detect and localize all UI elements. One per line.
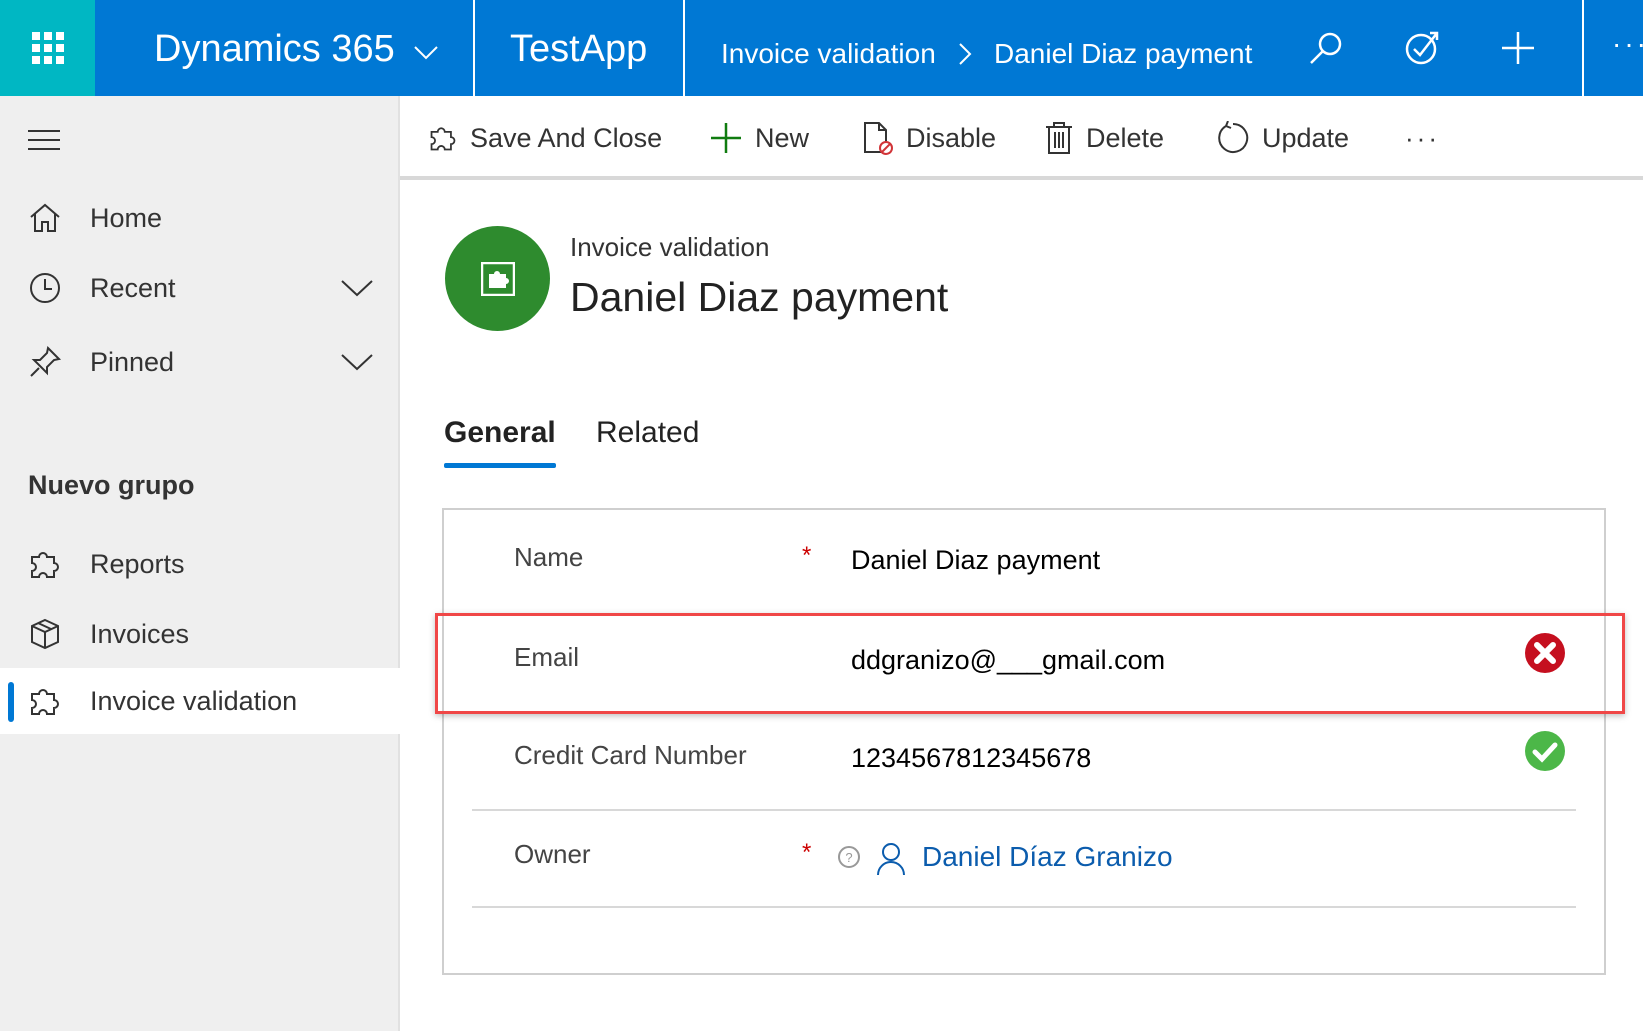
suite-title[interactable]: Dynamics 365 <box>154 28 395 71</box>
plus-icon[interactable] <box>1500 30 1536 66</box>
name-label: Name <box>514 542 584 572</box>
app-name[interactable]: TestApp <box>510 28 647 71</box>
record-avatar <box>445 226 550 331</box>
puzzle-icon <box>31 689 59 715</box>
new-button[interactable]: New <box>709 120 809 156</box>
active-tab-underline <box>444 463 556 468</box>
name-field[interactable]: Daniel Diaz payment <box>851 545 1100 576</box>
sidebar-item-pinned[interactable]: Pinned <box>0 329 400 395</box>
sidebar-item-label: Invoice validation <box>90 685 298 716</box>
app-launcher-button[interactable] <box>0 0 95 96</box>
more-options-icon[interactable]: ··· <box>1612 28 1643 60</box>
sidebar-item-label: Recent <box>90 272 176 303</box>
page-title: Daniel Diaz payment <box>570 274 949 320</box>
error-icon <box>1525 633 1565 673</box>
delete-label: Delete <box>1086 122 1165 153</box>
sidebar-item-label: Reports <box>90 548 185 579</box>
owner-label: Owner <box>514 839 591 869</box>
divider <box>683 0 685 96</box>
clock-icon <box>30 273 60 303</box>
owner-lookup-link[interactable]: Daniel Díaz Granizo <box>922 841 1173 873</box>
sidebar-item-label: Invoices <box>90 618 190 649</box>
more-commands-icon[interactable]: ··· <box>1405 120 1440 156</box>
update-button[interactable]: Update <box>1216 120 1349 156</box>
success-check-icon <box>1525 731 1565 771</box>
puzzle-entity-icon <box>480 261 515 296</box>
divider <box>1582 0 1584 96</box>
disable-label: Disable <box>906 122 997 153</box>
divider <box>473 0 475 96</box>
new-label: New <box>755 122 810 153</box>
divider <box>472 906 1576 908</box>
divider <box>472 809 1576 811</box>
delete-button[interactable]: Delete <box>1044 120 1164 156</box>
box-icon <box>31 618 59 650</box>
pin-icon <box>30 345 62 377</box>
puzzle-icon <box>31 552 59 578</box>
required-indicator: * <box>802 839 812 866</box>
svg-text:?: ? <box>845 850 852 865</box>
sidebar: Home Recent Pinned Nuevo grupo Reports I… <box>0 96 400 1031</box>
hamburger-menu-icon[interactable] <box>28 130 60 150</box>
plus-icon <box>711 123 741 153</box>
selected-indicator <box>8 682 14 722</box>
chevron-right-icon <box>959 43 972 65</box>
refresh-icon <box>1218 121 1249 153</box>
chevron-down-icon[interactable] <box>340 278 374 298</box>
nav-group-title: Nuevo grupo <box>28 470 195 500</box>
email-field[interactable]: ddgranizo@___gmail.com <box>851 645 1165 676</box>
sidebar-item-recent[interactable]: Recent <box>0 255 400 321</box>
chevron-down-icon[interactable] <box>414 46 438 60</box>
entity-name: Invoice validation <box>570 232 770 262</box>
sidebar-item-label: Home <box>90 202 163 233</box>
task-goal-icon[interactable] <box>1404 30 1440 66</box>
sidebar-item-invoice-validation[interactable]: Invoice validation <box>0 668 400 734</box>
puzzle-save-icon <box>430 127 456 151</box>
trash-icon <box>1046 122 1072 154</box>
user-icon <box>877 843 905 876</box>
sidebar-item-home[interactable]: Home <box>0 185 400 251</box>
waffle-icon <box>31 32 64 64</box>
tab-general[interactable]: General <box>444 416 556 450</box>
disable-button[interactable]: Disable <box>860 120 996 156</box>
sidebar-item-reports[interactable]: Reports <box>0 531 400 597</box>
tab-related[interactable]: Related <box>596 416 699 450</box>
top-navigation-bar: Dynamics 365 TestApp Invoice validation … <box>0 0 1643 96</box>
save-and-close-button[interactable]: Save And Close <box>428 120 662 156</box>
sidebar-item-invoices[interactable]: Invoices <box>0 601 400 667</box>
credit-card-field[interactable]: 1234567812345678 <box>851 743 1091 774</box>
sidebar-item-label: Pinned <box>90 346 175 377</box>
help-icon[interactable]: ? <box>837 845 861 869</box>
update-label: Update <box>1262 122 1350 153</box>
breadcrumb-record: Daniel Diaz payment <box>994 38 1253 69</box>
save-and-close-label: Save And Close <box>470 122 663 153</box>
credit-card-label: Credit Card Number <box>514 740 747 770</box>
home-icon <box>30 203 60 232</box>
required-indicator: * <box>802 542 812 569</box>
breadcrumb-entity[interactable]: Invoice validation <box>721 38 936 70</box>
disable-document-icon <box>864 122 893 155</box>
search-icon[interactable] <box>1308 30 1344 66</box>
chevron-down-icon[interactable] <box>340 352 374 372</box>
email-label: Email <box>514 642 580 672</box>
